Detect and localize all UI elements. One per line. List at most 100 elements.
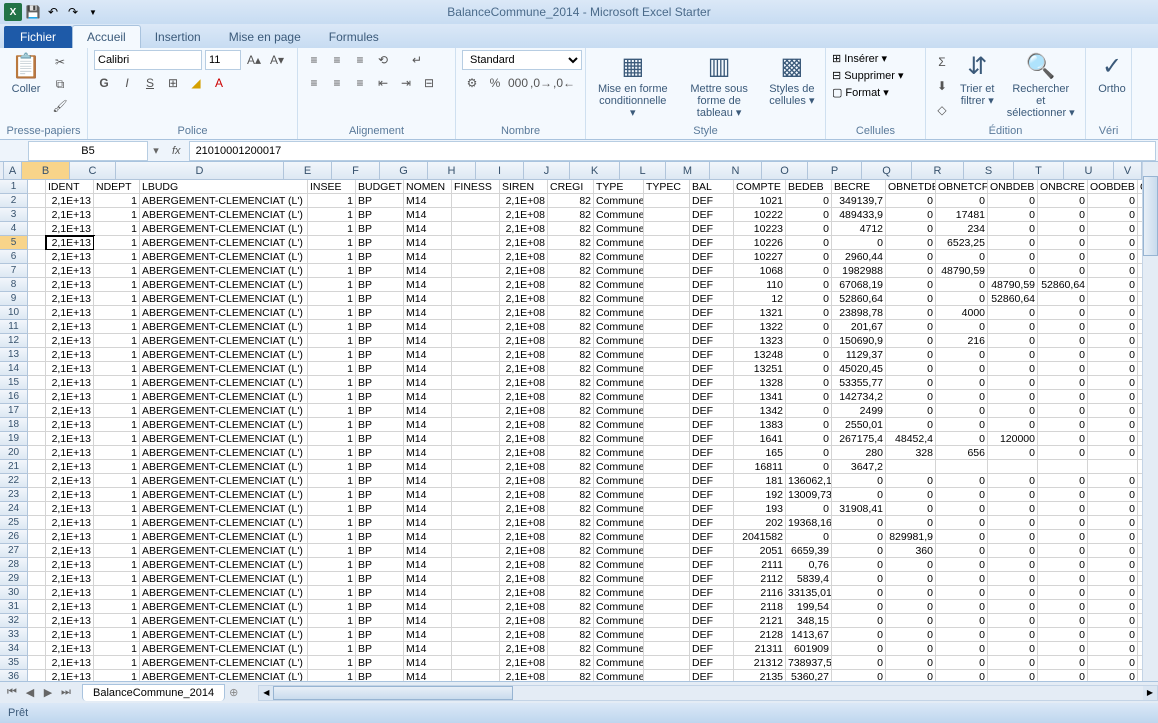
colhead-U[interactable]: U [1064, 162, 1114, 180]
cell[interactable]: 2,1E+08 [500, 460, 548, 474]
cell[interactable]: 0 [786, 334, 832, 348]
rowhead-33[interactable]: 33 [0, 628, 28, 642]
cell[interactable]: 216 [936, 334, 988, 348]
cell[interactable]: 33135,01 [786, 586, 832, 600]
cell[interactable] [644, 670, 690, 681]
cell[interactable]: 0 [988, 628, 1038, 642]
cell[interactable]: 1021 [734, 194, 786, 208]
cell[interactable]: ABERGEMENT-CLEMENCIAT (L') [140, 600, 308, 614]
cell[interactable] [28, 656, 46, 670]
cell[interactable]: ABERGEMENT-CLEMENCIAT (L') [140, 544, 308, 558]
font-name-input[interactable] [94, 50, 202, 70]
tab-accueil[interactable]: Accueil [72, 25, 141, 48]
header-cell[interactable]: INSEE [308, 180, 356, 194]
align-left-icon[interactable]: ≡ [304, 73, 324, 93]
cell[interactable] [886, 460, 936, 474]
copy-icon[interactable]: ⧉ [50, 74, 70, 94]
cell[interactable]: Commune [594, 572, 644, 586]
cell[interactable]: 10226 [734, 236, 786, 250]
header-cell[interactable]: COMPTE [734, 180, 786, 194]
cell[interactable]: 0 [1088, 236, 1138, 250]
colhead-R[interactable]: R [912, 162, 964, 180]
cell[interactable]: 1322 [734, 320, 786, 334]
cell[interactable]: DEF [690, 432, 734, 446]
rowhead-13[interactable]: 13 [0, 348, 28, 362]
cell[interactable]: 2,1E+08 [500, 236, 548, 250]
cell[interactable]: 0 [786, 278, 832, 292]
cell[interactable]: M14 [404, 656, 452, 670]
cell[interactable]: ABERGEMENT-CLEMENCIAT (L') [140, 516, 308, 530]
cell[interactable]: 2,1E+08 [500, 320, 548, 334]
cell[interactable]: 82 [548, 404, 594, 418]
colhead-P[interactable]: P [808, 162, 862, 180]
cell[interactable]: 82 [548, 348, 594, 362]
cell[interactable]: 12 [734, 292, 786, 306]
border-icon[interactable]: ⊞ [163, 73, 183, 93]
cell[interactable]: 0 [886, 208, 936, 222]
header-cell[interactable]: LBUDG [140, 180, 308, 194]
cell[interactable]: M14 [404, 264, 452, 278]
cell[interactable] [936, 460, 988, 474]
cell[interactable]: 0 [1088, 572, 1138, 586]
cell[interactable]: 0 [1088, 600, 1138, 614]
cell[interactable]: 142734,2 [832, 390, 886, 404]
cell[interactable]: 234 [936, 222, 988, 236]
cell[interactable]: 1 [308, 488, 356, 502]
cell[interactable]: 0 [786, 250, 832, 264]
cell[interactable] [452, 376, 500, 390]
cell[interactable]: BP [356, 418, 404, 432]
row-headers[interactable]: 1234567891011121314151617181920212223242… [0, 180, 28, 681]
cell[interactable]: ABERGEMENT-CLEMENCIAT (L') [140, 250, 308, 264]
sheet-nav-prev-icon[interactable]: ◀ [22, 686, 38, 699]
cell[interactable]: Commune [594, 194, 644, 208]
cell[interactable]: 0 [886, 362, 936, 376]
rowhead-3[interactable]: 3 [0, 208, 28, 222]
rowhead-34[interactable]: 34 [0, 642, 28, 656]
cell[interactable]: 10227 [734, 250, 786, 264]
cell[interactable] [452, 544, 500, 558]
cell[interactable]: 0 [886, 264, 936, 278]
cell[interactable]: 0 [786, 292, 832, 306]
cell[interactable]: BP [356, 586, 404, 600]
merge-icon[interactable]: ⊟ [419, 73, 439, 93]
cell[interactable]: Commune [594, 348, 644, 362]
format-painter-icon[interactable]: 🖌 [50, 96, 70, 116]
cell[interactable]: DEF [690, 516, 734, 530]
cell[interactable]: 82 [548, 544, 594, 558]
rowhead-11[interactable]: 11 [0, 320, 28, 334]
cell[interactable]: 2,1E+13 [46, 642, 94, 656]
cell[interactable]: 82 [548, 642, 594, 656]
rowhead-30[interactable]: 30 [0, 586, 28, 600]
cell[interactable]: 0 [886, 390, 936, 404]
cell[interactable]: 0 [936, 670, 988, 681]
cell[interactable]: 48452,4 [886, 432, 936, 446]
rowhead-35[interactable]: 35 [0, 656, 28, 670]
cell[interactable]: 267175,4 [832, 432, 886, 446]
cell[interactable]: 2,1E+13 [46, 264, 94, 278]
cell[interactable]: 0 [988, 656, 1038, 670]
cell[interactable] [452, 530, 500, 544]
decimal-dec-icon[interactable]: ,0← [554, 73, 574, 93]
cell[interactable]: 1 [94, 292, 140, 306]
cell[interactable]: Commune [594, 558, 644, 572]
cell[interactable]: 0 [1038, 600, 1088, 614]
cell[interactable]: 82 [548, 292, 594, 306]
cell[interactable]: 0 [1088, 446, 1138, 460]
cell[interactable]: 0 [786, 320, 832, 334]
cell[interactable]: BP [356, 432, 404, 446]
cell[interactable]: 2,1E+13 [46, 600, 94, 614]
cell[interactable]: M14 [404, 586, 452, 600]
cell[interactable]: 2128 [734, 628, 786, 642]
cell[interactable] [644, 208, 690, 222]
fx-icon[interactable]: fx [172, 145, 181, 157]
cell[interactable]: 1 [94, 628, 140, 642]
cell[interactable]: BP [356, 502, 404, 516]
cell[interactable]: M14 [404, 208, 452, 222]
cell[interactable]: 1 [94, 670, 140, 681]
cell[interactable]: 0 [1038, 264, 1088, 278]
cell[interactable]: 0 [886, 320, 936, 334]
cell[interactable]: 0 [786, 502, 832, 516]
cell[interactable]: ABERGEMENT-CLEMENCIAT (L') [140, 362, 308, 376]
cell[interactable] [452, 516, 500, 530]
cell[interactable] [452, 292, 500, 306]
